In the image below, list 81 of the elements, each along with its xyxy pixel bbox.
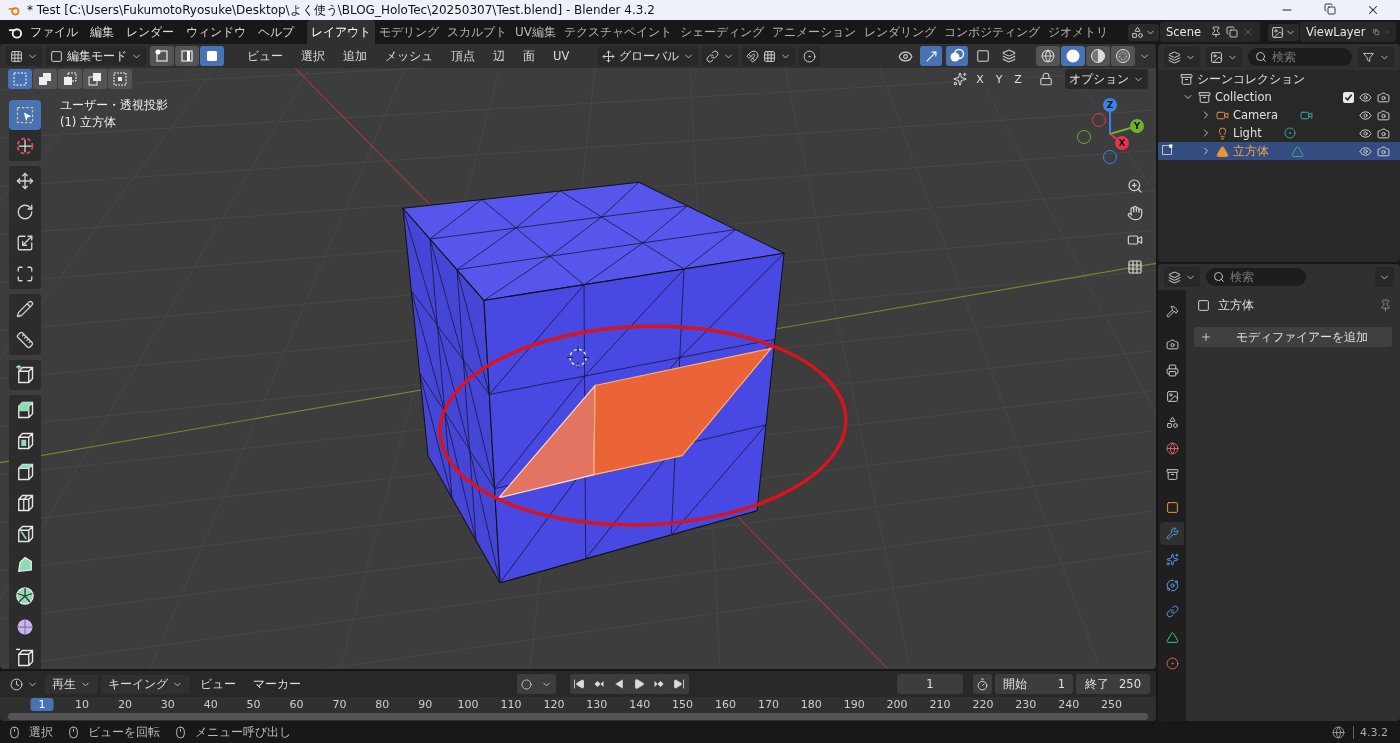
search-field[interactable]: 検索 <box>1248 48 1352 66</box>
frame-number: 110 <box>500 698 522 711</box>
menu-item[interactable]: ウィンドウ <box>181 21 251 43</box>
object-name: 立方体 <box>1218 298 1254 313</box>
outliner-row[interactable]: シーンコレクション <box>1158 70 1400 88</box>
view-layer-field[interactable]: ViewLayer <box>1300 22 1396 42</box>
outliner-row[interactable]: Collection <box>1158 88 1400 106</box>
header-menu-item[interactable]: ビュー <box>240 46 290 66</box>
menu-item[interactable]: レンダー <box>121 21 179 43</box>
workspace-tab[interactable]: スカルプト <box>443 19 511 45</box>
workspace-tab[interactable]: アニメーション <box>768 19 860 45</box>
current-frame-field[interactable]: 1 <box>897 674 963 694</box>
outliner-row[interactable]: Camera <box>1158 106 1400 124</box>
frame-number: 180 <box>800 698 822 711</box>
timeline-menu[interactable]: 再生 <box>45 674 98 694</box>
workspace-tab[interactable]: テクスチャペイント <box>560 19 676 45</box>
frame-number: 10 <box>75 698 89 711</box>
frame-number: 160 <box>715 698 736 711</box>
frame-number: 1 <box>30 698 54 711</box>
scene-field[interactable]: Scene <box>1160 22 1260 42</box>
timeline-menu[interactable]: マーカー <box>246 674 308 694</box>
workspace-tab[interactable]: ジオメトリ <box>1044 19 1112 45</box>
frame-number: 80 <box>375 698 390 711</box>
window-title: * Test [C:\Users\FukumotoRyosuke\Desktop\よく使う\BLOG_HoloTec\20250307\Test.blend] - Blender 4.3.2 <box>27 1 655 19</box>
status-hint: メニュー呼び出し <box>195 723 291 741</box>
frame-number: 20 <box>117 698 132 711</box>
timeline-menu[interactable]: ビュー <box>193 674 243 694</box>
workspace-tab[interactable]: レイアウト <box>307 19 375 45</box>
workspace-tab[interactable]: シェーディング <box>676 19 768 45</box>
orientation-dropdown[interactable]: グローバル <box>598 46 699 66</box>
frame-number: 140 <box>629 698 651 711</box>
workspace-tab[interactable]: レンダリング <box>860 19 940 45</box>
workspace-tab[interactable]: コンポジティング <box>940 19 1044 45</box>
viewport-info-text: ユーザー・透視投影 <box>60 98 168 113</box>
frame-number: 210 <box>929 698 951 711</box>
status-hint: ビューを回転 <box>88 723 160 741</box>
menu-item[interactable]: 編集 <box>85 21 119 43</box>
frame-number: 100 <box>457 698 479 711</box>
menu-item[interactable]: ファイル <box>25 21 83 43</box>
frame-number: 190 <box>843 698 865 711</box>
header-menu-item[interactable]: メッシュ <box>378 46 440 66</box>
header-menu-item[interactable]: 選択 <box>294 46 332 66</box>
menu-item[interactable]: ヘルプ <box>253 21 299 43</box>
frame-number: 120 <box>543 698 565 711</box>
header-menu-item[interactable]: 辺 <box>486 46 512 66</box>
mirror-axis-button[interactable]: X <box>971 69 989 89</box>
outliner-row[interactable]: 立方体 <box>1158 142 1400 160</box>
frame-number: 40 <box>203 698 218 711</box>
viewport-info-text: (1) 立方体 <box>60 115 117 130</box>
frame-number: 70 <box>332 698 347 711</box>
axis-handle[interactable]: Z <box>1103 98 1117 112</box>
options-dropdown[interactable]: オプション <box>1065 69 1148 89</box>
frame-number: 90 <box>418 698 433 711</box>
search-field[interactable]: 検索 <box>1206 268 1306 286</box>
outliner-row[interactable]: Light <box>1158 124 1400 142</box>
frame-number: 130 <box>586 698 608 711</box>
frame-number: 240 <box>1058 698 1080 711</box>
frame-number: 200 <box>886 698 908 711</box>
frame-number: 50 <box>246 698 261 711</box>
axis-handle[interactable]: Y <box>1130 119 1144 133</box>
frame-number: 30 <box>160 698 175 711</box>
frame-number: 60 <box>289 698 304 711</box>
frame-number: 150 <box>672 698 694 711</box>
header-menu-item[interactable]: 頂点 <box>444 46 482 66</box>
end-frame-field[interactable]: 終了 250 <box>1076 674 1150 694</box>
frame-number: 230 <box>1015 698 1037 711</box>
header-menu-item[interactable]: 追加 <box>336 46 374 66</box>
axis-handle[interactable]: X <box>1115 136 1129 150</box>
status-hint: 選択 <box>29 723 53 741</box>
start-frame-field[interactable]: 開始 1 <box>995 674 1073 694</box>
version-text: 4.3.2 <box>1353 725 1388 739</box>
frame-number: 250 <box>1101 698 1123 711</box>
header-menu-item[interactable]: 面 <box>516 46 542 66</box>
workspace-tab[interactable]: モデリング <box>375 19 443 45</box>
frame-number: 170 <box>757 698 779 711</box>
workspace-tab[interactable]: UV編集 <box>511 19 560 45</box>
frame-number: 220 <box>972 698 994 711</box>
header-menu-item[interactable]: UV <box>546 47 577 65</box>
timeline-menu[interactable]: キーイング <box>101 674 190 694</box>
mode-dropdown[interactable]: 編集モード <box>46 46 146 66</box>
add-modifier-button[interactable]: モディファイアーを追加 <box>1194 327 1392 347</box>
